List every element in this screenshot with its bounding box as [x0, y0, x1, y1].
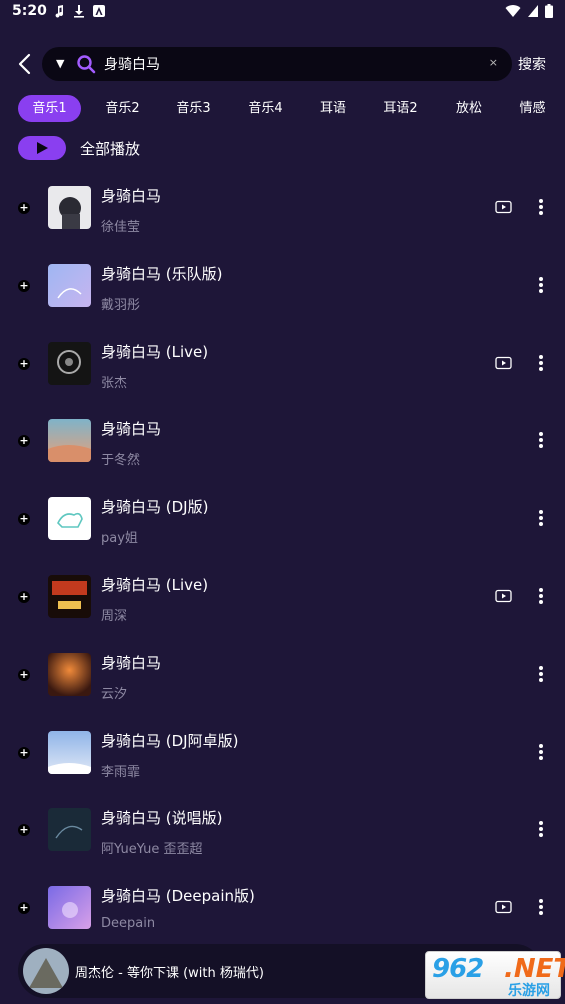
search-box[interactable]: ▼ × — [42, 47, 512, 81]
tab-music2[interactable]: 音乐2 — [91, 95, 154, 122]
now-playing-text: 周杰伦 - 等你下课 (with 杨瑞代) — [75, 966, 264, 981]
add-icon[interactable]: + — [18, 590, 30, 603]
app-notification-icon — [93, 5, 105, 17]
category-tabs: 音乐1 音乐2 音乐3 音乐4 耳语 耳语2 放松 情感 — [0, 95, 565, 123]
album-cover — [48, 341, 91, 385]
add-icon[interactable]: + — [18, 513, 30, 526]
more-options-icon[interactable] — [532, 197, 550, 217]
add-icon[interactable]: + — [18, 202, 30, 214]
song-row[interactable]: + 身骑白马 (Live) 张杰 — [0, 325, 565, 403]
song-artist: Deepain — [101, 916, 156, 932]
song-title: 身骑白马 (乐队版) — [101, 264, 223, 283]
song-artist: 周深 — [101, 608, 128, 624]
tab-whisper[interactable]: 耳语 — [304, 95, 362, 122]
song-title: 身骑白马 (Live) — [101, 575, 209, 594]
play-icon — [37, 142, 48, 154]
add-icon[interactable]: + — [18, 668, 30, 681]
more-options-icon[interactable] — [532, 275, 550, 295]
album-cover — [48, 263, 91, 307]
back-arrow-icon[interactable] — [14, 52, 36, 76]
song-artist: 徐佳莹 — [101, 220, 141, 235]
more-options-icon[interactable] — [532, 742, 550, 762]
watermark-sub: 乐游网 — [508, 983, 550, 999]
more-options-icon[interactable] — [532, 586, 550, 606]
song-row[interactable]: + 身骑白马 (Live) 周深 — [0, 558, 565, 636]
song-row[interactable]: + 身骑白马 (Deepain版) Deepain — [0, 869, 565, 947]
song-title: 身骑白马 (Deepain版) — [101, 887, 255, 906]
song-artist: 于冬然 — [101, 453, 141, 469]
wifi-icon — [505, 5, 521, 18]
song-title: 身骑白马 (Live) — [101, 342, 209, 361]
album-cover — [48, 419, 91, 463]
song-row[interactable]: + 身骑白马 (乐队版) 戴羽彤 — [0, 247, 565, 325]
tab-music1[interactable]: 音乐1 — [18, 95, 81, 122]
song-row[interactable]: + 身骑白马 于冬然 — [0, 402, 565, 480]
song-artist: pay姐 — [101, 531, 138, 547]
play-all-label: 全部播放 — [80, 139, 141, 158]
search-input[interactable] — [104, 53, 464, 75]
music-note-icon — [55, 5, 64, 18]
more-options-icon[interactable] — [532, 819, 550, 839]
album-cover — [48, 886, 91, 930]
search-icon — [77, 55, 96, 74]
song-artist: 阿YueYue 歪歪超 — [101, 842, 203, 858]
song-title: 身骑白马 — [101, 420, 162, 439]
search-type-dropdown-icon[interactable]: ▼ — [56, 57, 64, 70]
tab-music4[interactable]: 音乐4 — [234, 95, 297, 122]
album-cover — [48, 808, 91, 852]
more-options-icon[interactable] — [532, 664, 550, 684]
more-options-icon[interactable] — [532, 353, 550, 373]
song-title: 身骑白马 — [101, 653, 162, 672]
mv-icon[interactable] — [495, 356, 512, 370]
signal-icon — [528, 5, 538, 17]
tab-emotion[interactable]: 情感 — [505, 95, 560, 122]
song-row[interactable]: + 身骑白马 (DJ阿卓版) 李雨霏 — [0, 714, 565, 792]
add-icon[interactable]: + — [18, 357, 30, 370]
song-row[interactable]: + 身骑白马 (说唱版) 阿YueYue 歪歪超 — [0, 791, 565, 869]
watermark-main: 962 — [432, 954, 484, 984]
tab-relax[interactable]: 放松 — [440, 95, 498, 122]
album-cover — [48, 574, 91, 618]
album-cover — [48, 652, 91, 696]
add-icon[interactable]: + — [18, 902, 30, 915]
mv-icon[interactable] — [495, 200, 512, 214]
status-bar: 5:20 — [0, 0, 565, 24]
watermark-logo: 962 .NET 乐游网 — [425, 951, 565, 999]
add-icon[interactable]: + — [18, 824, 30, 837]
add-icon[interactable]: + — [18, 746, 30, 759]
song-row[interactable]: + 身骑白马 (DJ版) pay姐 — [0, 480, 565, 558]
now-playing-cover — [23, 948, 69, 994]
album-cover — [48, 730, 91, 774]
song-title: 身骑白马 (说唱版) — [101, 809, 223, 828]
search-button[interactable]: 搜索 — [518, 54, 546, 74]
add-icon[interactable]: + — [18, 279, 30, 292]
song-row[interactable]: + 身骑白马 云汐 — [0, 636, 565, 714]
play-all-button[interactable]: 全部播放 — [18, 136, 140, 160]
song-artist: 张杰 — [101, 375, 128, 391]
album-cover — [48, 186, 91, 229]
search-bar: ▼ × 搜索 — [0, 44, 565, 84]
status-time: 5:20 — [12, 3, 47, 19]
song-artist: 戴羽彤 — [101, 297, 141, 313]
album-cover — [48, 497, 91, 541]
song-row[interactable]: + 身骑白马 徐佳莹 — [0, 169, 565, 247]
song-artist: 李雨霏 — [101, 764, 141, 780]
song-title: 身骑白马 (DJ版) — [101, 498, 209, 517]
more-options-icon[interactable] — [532, 897, 550, 917]
mv-icon[interactable] — [495, 900, 512, 914]
song-artist: 云汐 — [101, 686, 128, 702]
tab-whisper2[interactable]: 耳语2 — [369, 95, 432, 122]
play-all-pill[interactable] — [18, 136, 66, 160]
battery-icon — [545, 4, 553, 18]
download-icon — [74, 5, 84, 18]
song-list: + 身骑白马 徐佳莹 + 身骑白马 (乐队版) 戴羽彤 + 身骑白马 (Live… — [0, 169, 565, 947]
clear-search-icon[interactable]: × — [489, 56, 498, 69]
tab-music3[interactable]: 音乐3 — [162, 95, 225, 122]
add-icon[interactable]: + — [18, 435, 30, 448]
mv-icon[interactable] — [495, 589, 512, 603]
more-options-icon[interactable] — [532, 430, 550, 450]
song-title: 身骑白马 (DJ阿卓版) — [101, 731, 239, 750]
more-options-icon[interactable] — [532, 508, 550, 528]
song-title: 身骑白马 — [101, 187, 162, 205]
